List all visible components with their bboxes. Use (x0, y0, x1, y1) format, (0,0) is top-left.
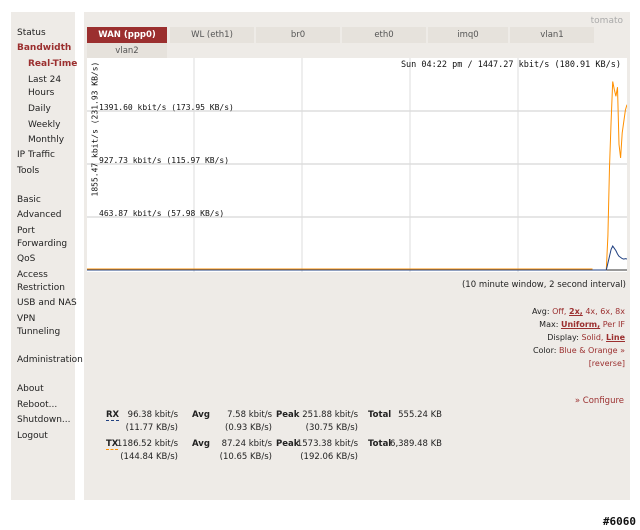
avg-label: Avg: (532, 307, 550, 316)
rx-avg-kb: (0.93 KB/s) (225, 423, 272, 433)
tx-total: 6,389.48 KB (390, 439, 442, 449)
tx-avg-label: Avg (192, 439, 210, 449)
sidebar-item-tunneling[interactable]: Tunneling (17, 326, 60, 339)
avg-option-2x[interactable]: 2x, (569, 307, 583, 316)
tx-rate: 1186.52 kbit/s (116, 439, 178, 449)
sidebar-item-tools[interactable]: Tools (17, 165, 39, 178)
color-options: Color: Blue & Orange » (533, 346, 625, 355)
sidebar-item-monthly[interactable]: Monthly (28, 134, 64, 147)
sidebar-item-about[interactable]: About (17, 383, 44, 396)
color-option-reverse[interactable]: [reverse] (589, 359, 625, 368)
tab-vlan2[interactable]: vlan2 (87, 43, 167, 59)
tab-br0[interactable]: br0 (256, 27, 340, 43)
sidebar-item-real-time[interactable]: Real-Time (28, 58, 77, 71)
color-reverse-row: [reverse] (589, 359, 625, 368)
tx-avg: 87.24 kbit/s (221, 439, 272, 449)
sidebar-item-administration[interactable]: Administration (17, 354, 83, 367)
watermark-text: #6060 (602, 515, 636, 528)
bandwidth-chart-svg (87, 58, 627, 272)
sidebar-item-access[interactable]: Access (17, 269, 48, 282)
tx-rate-kb: (144.84 KB/s) (120, 452, 178, 462)
sidebar-item-last-24[interactable]: Last 24 (28, 74, 61, 87)
rx-rate: 96.38 kbit/s (127, 410, 178, 420)
sidebar-item-hours[interactable]: Hours (28, 87, 54, 100)
display-option-line[interactable]: Line (606, 333, 625, 342)
grid-label-1: 1391.60 kbit/s (173.95 KB/s) (99, 103, 234, 112)
sidebar: Status Bandwidth Real-Time Last 24 Hours… (11, 12, 83, 500)
sidebar-item-port[interactable]: Port (17, 225, 35, 238)
sidebar-item-forwarding[interactable]: Forwarding (17, 238, 67, 251)
sidebar-item-reboot[interactable]: Reboot... (17, 399, 57, 412)
tx-peak-kb: (192.06 KB/s) (300, 452, 358, 462)
rx-peak-kb: (30.75 KB/s) (305, 423, 358, 433)
series-line-rx (87, 245, 627, 271)
window-interval-note: (10 minute window, 2 second interval) (461, 280, 626, 290)
grid-label-2: 927.73 kbit/s (115.97 KB/s) (99, 156, 230, 165)
sidebar-item-usb-and-nas[interactable]: USB and NAS (17, 297, 77, 310)
rx-avg-label: Avg (192, 410, 210, 420)
avg-option-6x[interactable]: 6x, (600, 307, 612, 316)
sidebar-item-restriction[interactable]: Restriction (17, 282, 65, 295)
avg-option-4x[interactable]: 4x, (585, 307, 597, 316)
tab-wan-ppp0[interactable]: WAN (ppp0) (87, 27, 167, 43)
tab-wl-eth1[interactable]: WL (eth1) (170, 27, 254, 43)
display-label: Display: (547, 333, 579, 342)
tab-vlan1[interactable]: vlan1 (510, 27, 594, 43)
avg-option-off[interactable]: Off, (552, 307, 566, 316)
max-option-uniform[interactable]: Uniform, (561, 320, 600, 329)
avg-option-8x[interactable]: 8x (615, 307, 625, 316)
sidebar-item-vpn[interactable]: VPN (17, 313, 35, 326)
tab-eth0[interactable]: eth0 (342, 27, 426, 43)
avg-options: Avg: Off, 2x, 4x, 6x, 8x (532, 307, 625, 316)
sidebar-item-shutdown[interactable]: Shutdown... (17, 414, 71, 427)
configure-link[interactable]: » Configure (575, 396, 624, 406)
tx-peak: 1573.38 kbit/s (296, 439, 358, 449)
current-rate-label: Sun 04:22 pm / 1447.27 kbit/s (180.91 KB… (400, 60, 621, 70)
grid-label-3: 463.87 kbit/s (57.98 KB/s) (99, 209, 225, 218)
tx-avg-kb: (10.65 KB/s) (219, 452, 272, 462)
sidebar-item-qos[interactable]: QoS (17, 253, 35, 266)
sidebar-item-daily[interactable]: Daily (28, 103, 51, 116)
chart-grid (87, 58, 627, 272)
sidebar-item-advanced[interactable]: Advanced (17, 209, 61, 222)
bandwidth-graph: Sun 04:22 pm / 1447.27 kbit/s (180.91 KB… (87, 58, 627, 272)
rx-peak: 251.88 kbit/s (302, 410, 358, 420)
display-option-solid[interactable]: Solid, (581, 333, 603, 342)
main-content: tomato WAN (ppp0) WL (eth1) br0 eth0 imq… (84, 12, 630, 500)
rx-rate-kb: (11.77 KB/s) (125, 423, 178, 433)
color-label: Color: (532, 346, 557, 355)
sidebar-item-logout[interactable]: Logout (17, 430, 48, 443)
sidebar-item-basic[interactable]: Basic (17, 194, 41, 207)
rx-total: 555.24 KB (398, 410, 442, 420)
brand-logo-text: tomato (590, 16, 623, 26)
rx-avg: 7.58 kbit/s (227, 410, 272, 420)
sidebar-item-status[interactable]: Status (17, 27, 46, 40)
sidebar-item-ip-traffic[interactable]: IP Traffic (17, 149, 55, 162)
tab-imq0[interactable]: imq0 (428, 27, 508, 43)
sidebar-item-bandwidth[interactable]: Bandwidth (17, 42, 71, 55)
max-label: Max: (539, 320, 559, 329)
max-options: Max: Uniform, Per IF (539, 320, 625, 329)
display-options: Display: Solid, Line (547, 333, 625, 342)
max-option-per-if[interactable]: Per IF (603, 320, 625, 329)
color-option-blue-orange[interactable]: Blue & Orange » (559, 346, 625, 355)
sidebar-item-weekly[interactable]: Weekly (28, 119, 60, 132)
